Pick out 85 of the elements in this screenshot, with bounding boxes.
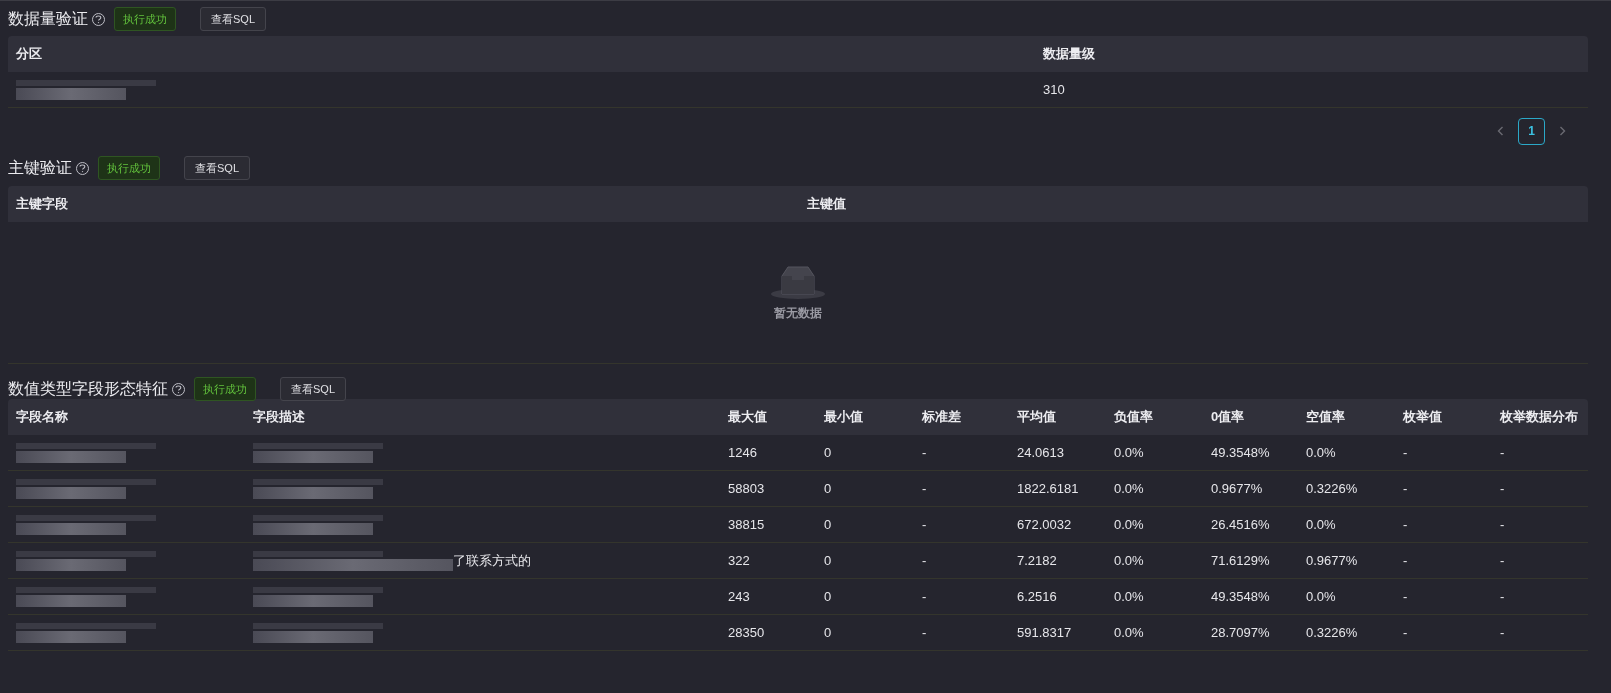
table-cell-text: 26.4516% [1211, 515, 1270, 534]
table-cell-text: 0.0% [1114, 443, 1144, 462]
table-cell-text: 322 [728, 551, 750, 570]
column-header: 空值率 [1306, 408, 1345, 427]
column-header: 字段描述 [253, 408, 305, 427]
status-tag: 执行成功 [98, 156, 160, 180]
table-cell-text: 0.0% [1114, 551, 1144, 570]
table-cell-text: 0 [824, 443, 832, 462]
table-cell-text: 0.0% [1114, 623, 1144, 642]
table-cell-text: 71.6129% [1211, 551, 1270, 570]
column-header: 标准差 [922, 408, 961, 427]
column-header: 最小值 [824, 408, 863, 427]
column-header: 枚举值 [1403, 408, 1442, 427]
table-cell-text: 1246 [728, 443, 757, 462]
table-cell-text: 24.0613 [1017, 443, 1064, 462]
column-header: 枚举数据分布 [1500, 408, 1578, 427]
table-cell-text: 0 [824, 623, 832, 642]
table-cell-text: - [1403, 515, 1408, 534]
table-cell-text: 0 [824, 479, 832, 498]
view-sql-button[interactable]: 查看SQL [280, 377, 346, 401]
table-cell-text: - [922, 515, 927, 534]
table-cell-text: - [922, 587, 927, 606]
table-cell-text: 6.2516 [1017, 587, 1057, 606]
table-cell-text: 0.9677% [1211, 479, 1263, 498]
table-cell-text: - [1500, 587, 1505, 606]
table-cell-text: 243 [728, 587, 750, 606]
table-cell-text: - [1403, 587, 1408, 606]
table-cell-text: 49.3548% [1211, 443, 1270, 462]
column-header: 数据量级 [1043, 45, 1095, 64]
table-cell-text: 0 [824, 551, 832, 570]
table-cell-text: 0 [824, 515, 832, 534]
table-cell-text: 38815 [728, 515, 765, 534]
previous-page-icon[interactable] [1497, 126, 1504, 136]
table-cell-text: 0.0% [1306, 587, 1336, 606]
table-cell-text: 0.3226% [1306, 479, 1358, 498]
column-header: 主键值 [807, 195, 846, 214]
status-tag: 执行成功 [194, 377, 256, 401]
table-cell-text: - [1403, 479, 1408, 498]
table-cell-text: 0.0% [1306, 515, 1336, 534]
table-cell-text: 1822.6181 [1017, 479, 1079, 498]
section-title: 主键验证 [8, 158, 72, 178]
column-header: 字段名称 [16, 408, 68, 427]
table-cell-text: 0.0% [1114, 515, 1144, 534]
column-header: 主键字段 [16, 195, 68, 214]
status-tag: 执行成功 [114, 7, 176, 31]
table-cell-text: - [922, 623, 927, 642]
table-cell-text: 310 [1043, 80, 1065, 99]
table-cell-text: 0 [824, 587, 832, 606]
table-cell-text: - [922, 443, 927, 462]
table-cell-text: - [1500, 443, 1505, 462]
section-title: 数值类型字段形态特征 [8, 379, 168, 399]
column-header: 最大值 [728, 408, 767, 427]
table-cell-text: - [1403, 443, 1408, 462]
table-cell-text: 672.0032 [1017, 515, 1072, 534]
table-cell-text: 0.3226% [1306, 623, 1358, 642]
table-cell-text: - [1500, 551, 1505, 570]
column-header: 平均值 [1017, 408, 1056, 427]
section-title: 数据量验证 [8, 9, 88, 29]
column-header: 负值率 [1114, 408, 1153, 427]
next-page-icon[interactable] [1559, 126, 1566, 136]
table-cell-text: - [922, 479, 927, 498]
table-cell-text: 0.0% [1114, 479, 1144, 498]
table-cell-text: 7.2182 [1017, 551, 1057, 570]
table-cell-text: 28350 [728, 623, 765, 642]
table-cell-text: - [1403, 623, 1408, 642]
table-cell-text: 0.9677% [1306, 551, 1358, 570]
table-cell-text: 49.3548% [1211, 587, 1270, 606]
table-cell-text: 58803 [728, 479, 765, 498]
table-cell-text: 0.0% [1114, 587, 1144, 606]
empty-text: 暂无数据 [774, 304, 822, 322]
page-button[interactable]: 1 [1518, 117, 1545, 145]
table-cell-text: 28.7097% [1211, 623, 1270, 642]
table-cell-text: - [1500, 479, 1505, 498]
empty-inbox-icon [770, 263, 826, 300]
column-header: 分区 [16, 45, 42, 64]
table-cell-text: 了联系方式的 [453, 551, 531, 570]
view-sql-button[interactable]: 查看SQL [200, 7, 266, 31]
table-cell-text: - [1500, 623, 1505, 642]
column-header: 0值率 [1211, 408, 1245, 427]
table-cell-text: 0.0% [1306, 443, 1336, 462]
table-cell-text: - [1500, 515, 1505, 534]
table-cell-text: - [1403, 551, 1408, 570]
view-sql-button[interactable]: 查看SQL [184, 156, 250, 180]
table-cell-text: - [922, 551, 927, 570]
table-cell-text: 591.8317 [1017, 623, 1072, 642]
